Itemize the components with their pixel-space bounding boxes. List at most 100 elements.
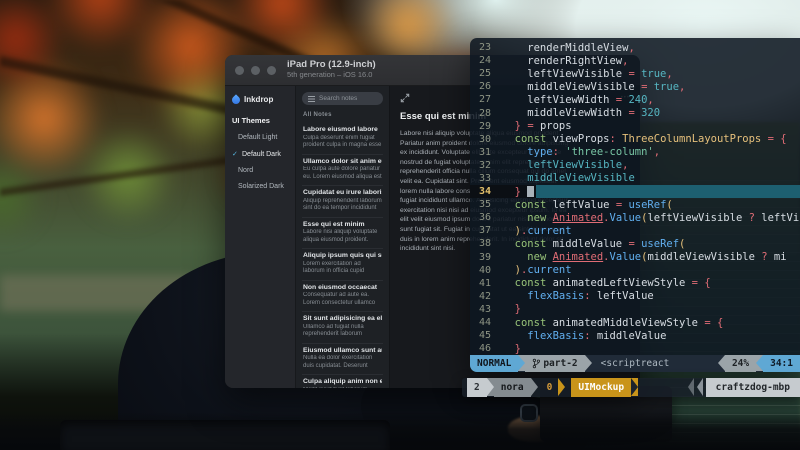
line-number: 45 xyxy=(470,330,502,341)
line-number: 28 xyxy=(470,108,502,119)
git-branch-segment: part-2 xyxy=(525,355,584,372)
line-number: 27 xyxy=(470,94,502,105)
line-number: 23 xyxy=(470,42,502,53)
note-list-item[interactable]: Cupidatat eu irure laboris exercitati…Al… xyxy=(302,186,383,218)
powerline-separator xyxy=(558,378,565,396)
line-number: 25 xyxy=(470,68,502,79)
note-item-preview: Aliquip reprehenderit laborum sint do ea… xyxy=(303,198,382,213)
vim-cursor xyxy=(527,186,534,197)
zoom-button[interactable] xyxy=(267,66,276,75)
note-list-item[interactable]: Labore eiusmod laboreCulpa deserunt enim… xyxy=(302,123,383,155)
cursorline-highlight xyxy=(536,185,800,198)
note-item-preview: Nulla ea dolor exercitation duis cupidat… xyxy=(303,355,382,370)
code-line: 28 middleViewWidth = 320 xyxy=(470,106,800,119)
note-item-title: Non eiusmod occaecat xyxy=(303,284,382,291)
notes-list-header: All Notes xyxy=(303,112,383,118)
code-line: 36 new Animated.Value(leftViewVisible ? … xyxy=(470,211,800,224)
code-line: 42 flexBasis: leftValue xyxy=(470,290,800,303)
note-item-title: Sit sunt adipisicing ea elit ex duis xyxy=(303,315,382,322)
chevron-left-icon xyxy=(697,378,703,396)
line-number: 29 xyxy=(470,121,502,132)
code-line: 27 leftViewWidth = 240, xyxy=(470,93,800,106)
vim-statusline: NORMAL part-2 <scriptreact 24% 34:1 xyxy=(470,355,800,372)
line-number: 26 xyxy=(470,81,502,92)
note-item-preview: Eu culpa aute dolore pariatur eu. Lorem … xyxy=(303,166,382,181)
note-list-item[interactable]: Culpa aliquip anim non eu occaecat… Molli… xyxy=(302,375,383,388)
screen: iPad Pro (12.9-inch) 5th generation – iO… xyxy=(0,0,800,450)
line-number: 32 xyxy=(470,160,502,171)
window-subtitle: 5th generation – iOS 16.0 xyxy=(287,71,376,80)
line-number: 40 xyxy=(470,265,502,276)
note-list-item[interactable]: Sit sunt adipisicing ea elit ex duis Ulla… xyxy=(302,312,383,344)
filetype-segment: <scriptreact xyxy=(592,355,677,372)
code-line: 23 renderMiddleView, xyxy=(470,41,800,54)
note-item-preview: Culpa deserunt enim fugiat proident culp… xyxy=(303,135,382,150)
note-item-title: Eiusmod ullamco sunt aute eiusmo. xyxy=(303,347,382,354)
code-line: 24 renderRightView, xyxy=(470,54,800,67)
tmux-hostname: craftzdog-mbp xyxy=(706,378,800,397)
code-line: 39 new Animated.Value(middleViewVisible … xyxy=(470,251,800,264)
notes-list: Labore eiusmod laboreCulpa deserunt enim… xyxy=(302,123,383,388)
line-number: 24 xyxy=(470,55,502,66)
line-number: 36 xyxy=(470,212,502,223)
vim-mode-indicator: NORMAL xyxy=(470,355,518,372)
powerline-separator xyxy=(756,355,763,371)
note-item-preview: Ullamco ad fugiat nulla reprehenderit la… xyxy=(303,324,382,339)
minimize-button[interactable] xyxy=(251,66,260,75)
tmux-window-2-index[interactable]: 2 xyxy=(467,378,487,397)
line-number: 30 xyxy=(470,134,502,145)
note-list-item[interactable]: Esse qui est minimLabore nisi aliquip vo… xyxy=(302,218,383,250)
sidebar-item-default-light[interactable]: Default Light xyxy=(232,134,288,141)
line-number: 46 xyxy=(470,343,502,354)
code-line: 44 const animatedMiddleViewStyle = { xyxy=(470,316,800,329)
app-name: Inkdrop xyxy=(244,95,273,104)
cursor-position: 34:1 xyxy=(763,355,800,372)
note-list-item[interactable]: Eiusmod ullamco sunt aute eiusmo.Nulla e… xyxy=(302,344,383,376)
keyboard xyxy=(60,420,390,450)
code-line: 26 middleViewVisible = true, xyxy=(470,80,800,93)
note-item-title: Ullamco dolor sit anim eu xyxy=(303,158,382,165)
close-button[interactable] xyxy=(235,66,244,75)
line-number: 37 xyxy=(470,225,502,236)
app-brand: Inkdrop xyxy=(232,95,288,104)
code-line: 30 const viewProps: ThreeColumnLayoutPro… xyxy=(470,133,800,146)
note-item-title: Aliquip ipsum quis qui sunt nulla xyxy=(303,252,382,259)
inkdrop-logo-icon xyxy=(230,94,241,105)
tmux-statusbar: 2 nora 0 UIMockup craftzdog-mbp xyxy=(462,378,800,397)
code-line: 29 } = props xyxy=(470,120,800,133)
code-line: 34 } xyxy=(470,185,800,198)
note-list-item[interactable]: Non eiusmod occaecatConsequatur ad aute … xyxy=(302,281,383,313)
filter-icon xyxy=(308,96,315,102)
note-item-preview: Labore nisi aliquip voluptate aliqua eiu… xyxy=(303,229,382,244)
sidebar-item-nord[interactable]: Nord xyxy=(232,167,288,174)
code-line: 33 middleViewVisible xyxy=(470,172,800,185)
neovim-editor[interactable]: 23 renderMiddleView,24 renderRightView,2… xyxy=(470,38,800,372)
note-item-preview: Mollit incididunt laborum excepteur eu m… xyxy=(303,387,382,389)
expand-icon[interactable] xyxy=(400,93,410,103)
line-number: 33 xyxy=(470,173,502,184)
tmux-window-0-index[interactable]: 0 xyxy=(538,378,559,397)
check-icon: ✓ xyxy=(232,150,239,158)
note-item-title: Culpa aliquip anim non eu occaecat… xyxy=(303,378,382,385)
code-line: 46 } xyxy=(470,342,800,355)
sidebar-item-solarized-dark[interactable]: Solarized Dark xyxy=(232,183,288,190)
line-number: 38 xyxy=(470,238,502,249)
powerline-separator xyxy=(585,355,592,371)
note-list-item[interactable]: Aliquip ipsum quis qui sunt nullaLorem e… xyxy=(302,249,383,281)
search-input[interactable]: Search notes xyxy=(302,92,383,105)
git-branch-name: part-2 xyxy=(543,358,577,369)
powerline-separator xyxy=(718,355,725,371)
tmux-window-0-name[interactable]: UIMockup xyxy=(571,378,631,397)
note-list-item[interactable]: Ullamco dolor sit anim euEu culpa aute d… xyxy=(302,155,383,187)
note-item-preview: Consequatur ad aute ea. Lorem consectetu… xyxy=(303,292,382,307)
sidebar-section-title: UI Themes xyxy=(232,116,288,125)
line-number: 41 xyxy=(470,278,502,289)
code-line: 45 flexBasis: middleValue xyxy=(470,329,800,342)
code-area: 23 renderMiddleView,24 renderRightView,2… xyxy=(470,38,800,355)
line-number: 44 xyxy=(470,317,502,328)
search-placeholder: Search notes xyxy=(319,95,357,102)
sidebar-item-default-dark[interactable]: ✓ Default Dark xyxy=(232,150,288,158)
powerline-separator xyxy=(531,378,538,396)
tmux-window-2-name[interactable]: nora xyxy=(494,378,531,397)
code-line: 37 ).current xyxy=(470,224,800,237)
